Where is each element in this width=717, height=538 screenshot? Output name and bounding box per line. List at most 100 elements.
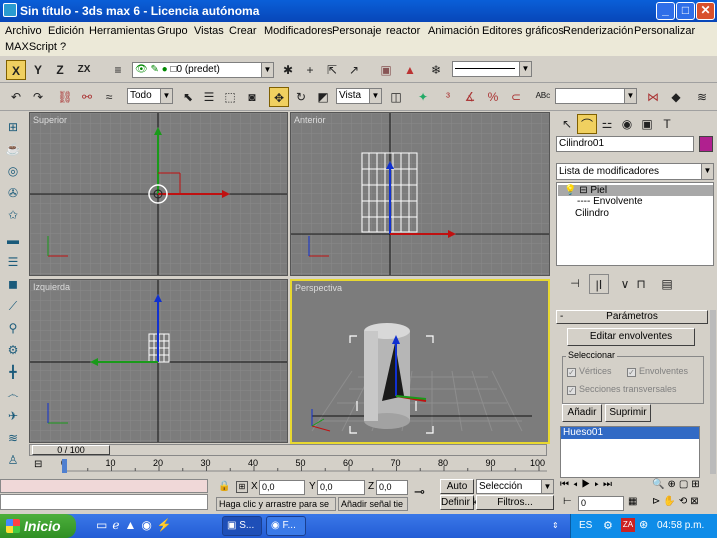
window-crossing-icon[interactable]: ◙ — [242, 87, 262, 107]
menu-grupo[interactable]: Grupo — [157, 25, 188, 37]
firefox-icon[interactable]: ◉ — [141, 518, 156, 532]
playback-controls[interactable]: ⏮◂▶▸⏭ — [560, 479, 616, 490]
selection-filter-select[interactable]: Todo ▼ — [127, 88, 173, 104]
time-slider-thumb[interactable]: 0 / 100 — [32, 445, 110, 455]
rotate-icon[interactable]: ↻ — [291, 87, 311, 107]
align-icon[interactable]: ◆ — [666, 87, 686, 107]
unlink-icon[interactable]: ⚯ — [77, 87, 97, 107]
snowflake-icon[interactable]: ❄ — [426, 60, 446, 80]
layer-list-icon[interactable]: ≋ — [692, 87, 712, 107]
bone-list[interactable]: Hueso01 — [560, 426, 700, 478]
zonealarm-icon[interactable]: ZA — [621, 518, 635, 532]
stack-item-envelope[interactable]: ---- Envolvente — [577, 196, 643, 207]
sphere-icon[interactable]: ◎ — [3, 161, 23, 181]
pin-icon[interactable]: ╋ — [3, 362, 23, 382]
modify-tab-icon[interactable]: ⌒ — [577, 114, 597, 134]
absolute-mode-icon[interactable]: ⊞ — [236, 481, 248, 493]
menu-herramientas[interactable]: Herramientas — [89, 25, 155, 37]
maxscript-listener-white[interactable] — [0, 494, 208, 510]
menu-modificadores[interactable]: Modificadores — [264, 25, 332, 37]
layers-icon[interactable]: ☰ — [3, 252, 23, 272]
axis-y-button[interactable]: Y — [28, 60, 48, 80]
create-tab-icon[interactable]: ↖ — [557, 114, 577, 134]
named-selection-select[interactable]: ▼ — [555, 88, 637, 104]
box-icon[interactable]: ▬ — [3, 230, 23, 250]
zoom-all-icon[interactable]: ⊕ — [667, 479, 678, 490]
axis-zx-button[interactable]: ZX — [72, 60, 96, 80]
go-to-start-icon[interactable]: ⏮ — [560, 479, 573, 490]
reference-coord-select[interactable]: Vista ▼ — [336, 88, 382, 104]
viewport-perspective[interactable]: Perspectiva — [290, 279, 550, 444]
stack-item-skin[interactable]: 💡 ⊟ Piel — [558, 185, 713, 196]
move-icon[interactable]: ✥ — [269, 87, 289, 107]
motion-tab-icon[interactable]: ◉ — [617, 114, 637, 134]
task-button-2[interactable]: ◉ F... — [266, 516, 306, 536]
rect-select-region-icon[interactable]: ⬚ — [220, 87, 240, 107]
stack-item-cylinder[interactable]: Cilindro — [575, 208, 609, 219]
edit-envelopes-button[interactable]: Editar envolventes — [567, 328, 695, 346]
gear-icon[interactable]: ⚙ — [3, 340, 23, 360]
axis-z-button[interactable]: Z — [50, 60, 70, 80]
list-item[interactable]: Hueso01 — [561, 427, 699, 439]
go-to-end-icon[interactable]: ⏭ — [603, 479, 616, 490]
language-indicator[interactable]: ES — [579, 520, 592, 531]
filmstrip-icon[interactable]: ⊟ — [34, 459, 42, 470]
set-key-button[interactable]: Definir k — [440, 495, 478, 510]
viewport-left-label[interactable]: Izquierda — [33, 282, 70, 292]
track-bar[interactable]: 0102030405060708090100 ⊟ — [29, 457, 547, 477]
viewport-top-label[interactable]: Superior — [33, 115, 67, 125]
lock-icon[interactable]: 🔒 — [218, 481, 230, 492]
menu-maxscript[interactable]: MAXScript — [5, 41, 57, 53]
acrobat-icon[interactable]: ▲ — [124, 518, 141, 532]
percent-snap-icon[interactable]: % — [483, 87, 503, 107]
viewport-front[interactable]: Anterior — [290, 112, 550, 276]
x-coordinate-field[interactable]: 0,0 — [259, 480, 305, 495]
snap-3d-icon[interactable]: ³ — [438, 87, 458, 107]
spinner-snap-icon[interactable]: ⊂ — [506, 87, 526, 107]
link-icon[interactable]: ⛓ — [55, 87, 75, 107]
display-tab-icon[interactable]: ▣ — [637, 114, 657, 134]
select-by-name-icon[interactable]: ☰ — [199, 87, 219, 107]
manipulate-icon[interactable]: ✦ — [413, 87, 433, 107]
hair-icon[interactable]: ෴ — [3, 384, 23, 404]
viewport-top[interactable]: Superior — [29, 112, 288, 276]
maximize-button[interactable]: □ — [676, 2, 695, 20]
network-icon[interactable]: ⚙ — [603, 519, 613, 532]
star-icon[interactable]: ✩ — [3, 205, 23, 225]
taskbar-scroll-icon[interactable]: ⇕ — [552, 521, 559, 530]
layer-manager-icon[interactable]: ≡ — [108, 60, 128, 80]
utilities-tab-icon[interactable]: T — [657, 114, 677, 134]
menu-help[interactable]: ? — [60, 41, 66, 53]
configure-sets-icon[interactable]: ▤ — [657, 274, 677, 294]
menu-archivo[interactable]: Archivo — [5, 25, 42, 37]
menu-crear[interactable]: Crear — [229, 25, 257, 37]
menu-personalizar[interactable]: Personalizar — [634, 25, 695, 37]
next-frame-icon[interactable]: ▸ — [594, 479, 603, 490]
object-color-swatch[interactable] — [699, 136, 713, 152]
panel-scrollbar[interactable] — [710, 310, 716, 474]
add-bone-button[interactable]: Añadir — [562, 404, 602, 422]
menu-renderizacion[interactable]: Renderización — [563, 25, 633, 37]
wand-icon[interactable]: ⟋ — [3, 296, 23, 316]
undo-icon[interactable]: ↶ — [6, 87, 26, 107]
close-button[interactable]: ✕ — [696, 2, 715, 20]
layer-select[interactable]: 👁 ✎ ● □0 (predet) ▼ — [132, 62, 274, 78]
bind-spacewarp-icon[interactable]: ≈ — [99, 87, 119, 107]
vertices-checkbox[interactable]: ✓ Vértices — [567, 366, 612, 377]
ie-icon[interactable]: ℯ — [112, 518, 124, 532]
layer-properties-icon[interactable]: ↗ — [344, 60, 364, 80]
y-coordinate-field[interactable]: 0,0 — [317, 480, 365, 495]
menu-personaje[interactable]: Personaje — [332, 25, 382, 37]
create-icon[interactable]: ⊞ — [3, 117, 23, 137]
viewport-left[interactable]: Izquierda — [29, 279, 288, 443]
antivirus-icon[interactable]: ⊛ — [639, 518, 648, 531]
key-filter-select[interactable]: Selección ▼ — [476, 479, 554, 494]
zoom-extents-icon[interactable]: ▢ — [679, 479, 691, 490]
zoom-icon[interactable]: 🔍 — [652, 479, 667, 490]
pan-icon[interactable]: ✋ — [663, 496, 678, 507]
teapot-icon[interactable]: ☕ — [3, 139, 23, 159]
viewport-front-label[interactable]: Anterior — [294, 115, 326, 125]
axis-x-button[interactable]: X — [6, 60, 26, 80]
cross-sections-checkbox[interactable]: ✓ Secciones transversales — [567, 384, 677, 395]
object-name-field[interactable]: Cilindro01 — [556, 136, 694, 152]
